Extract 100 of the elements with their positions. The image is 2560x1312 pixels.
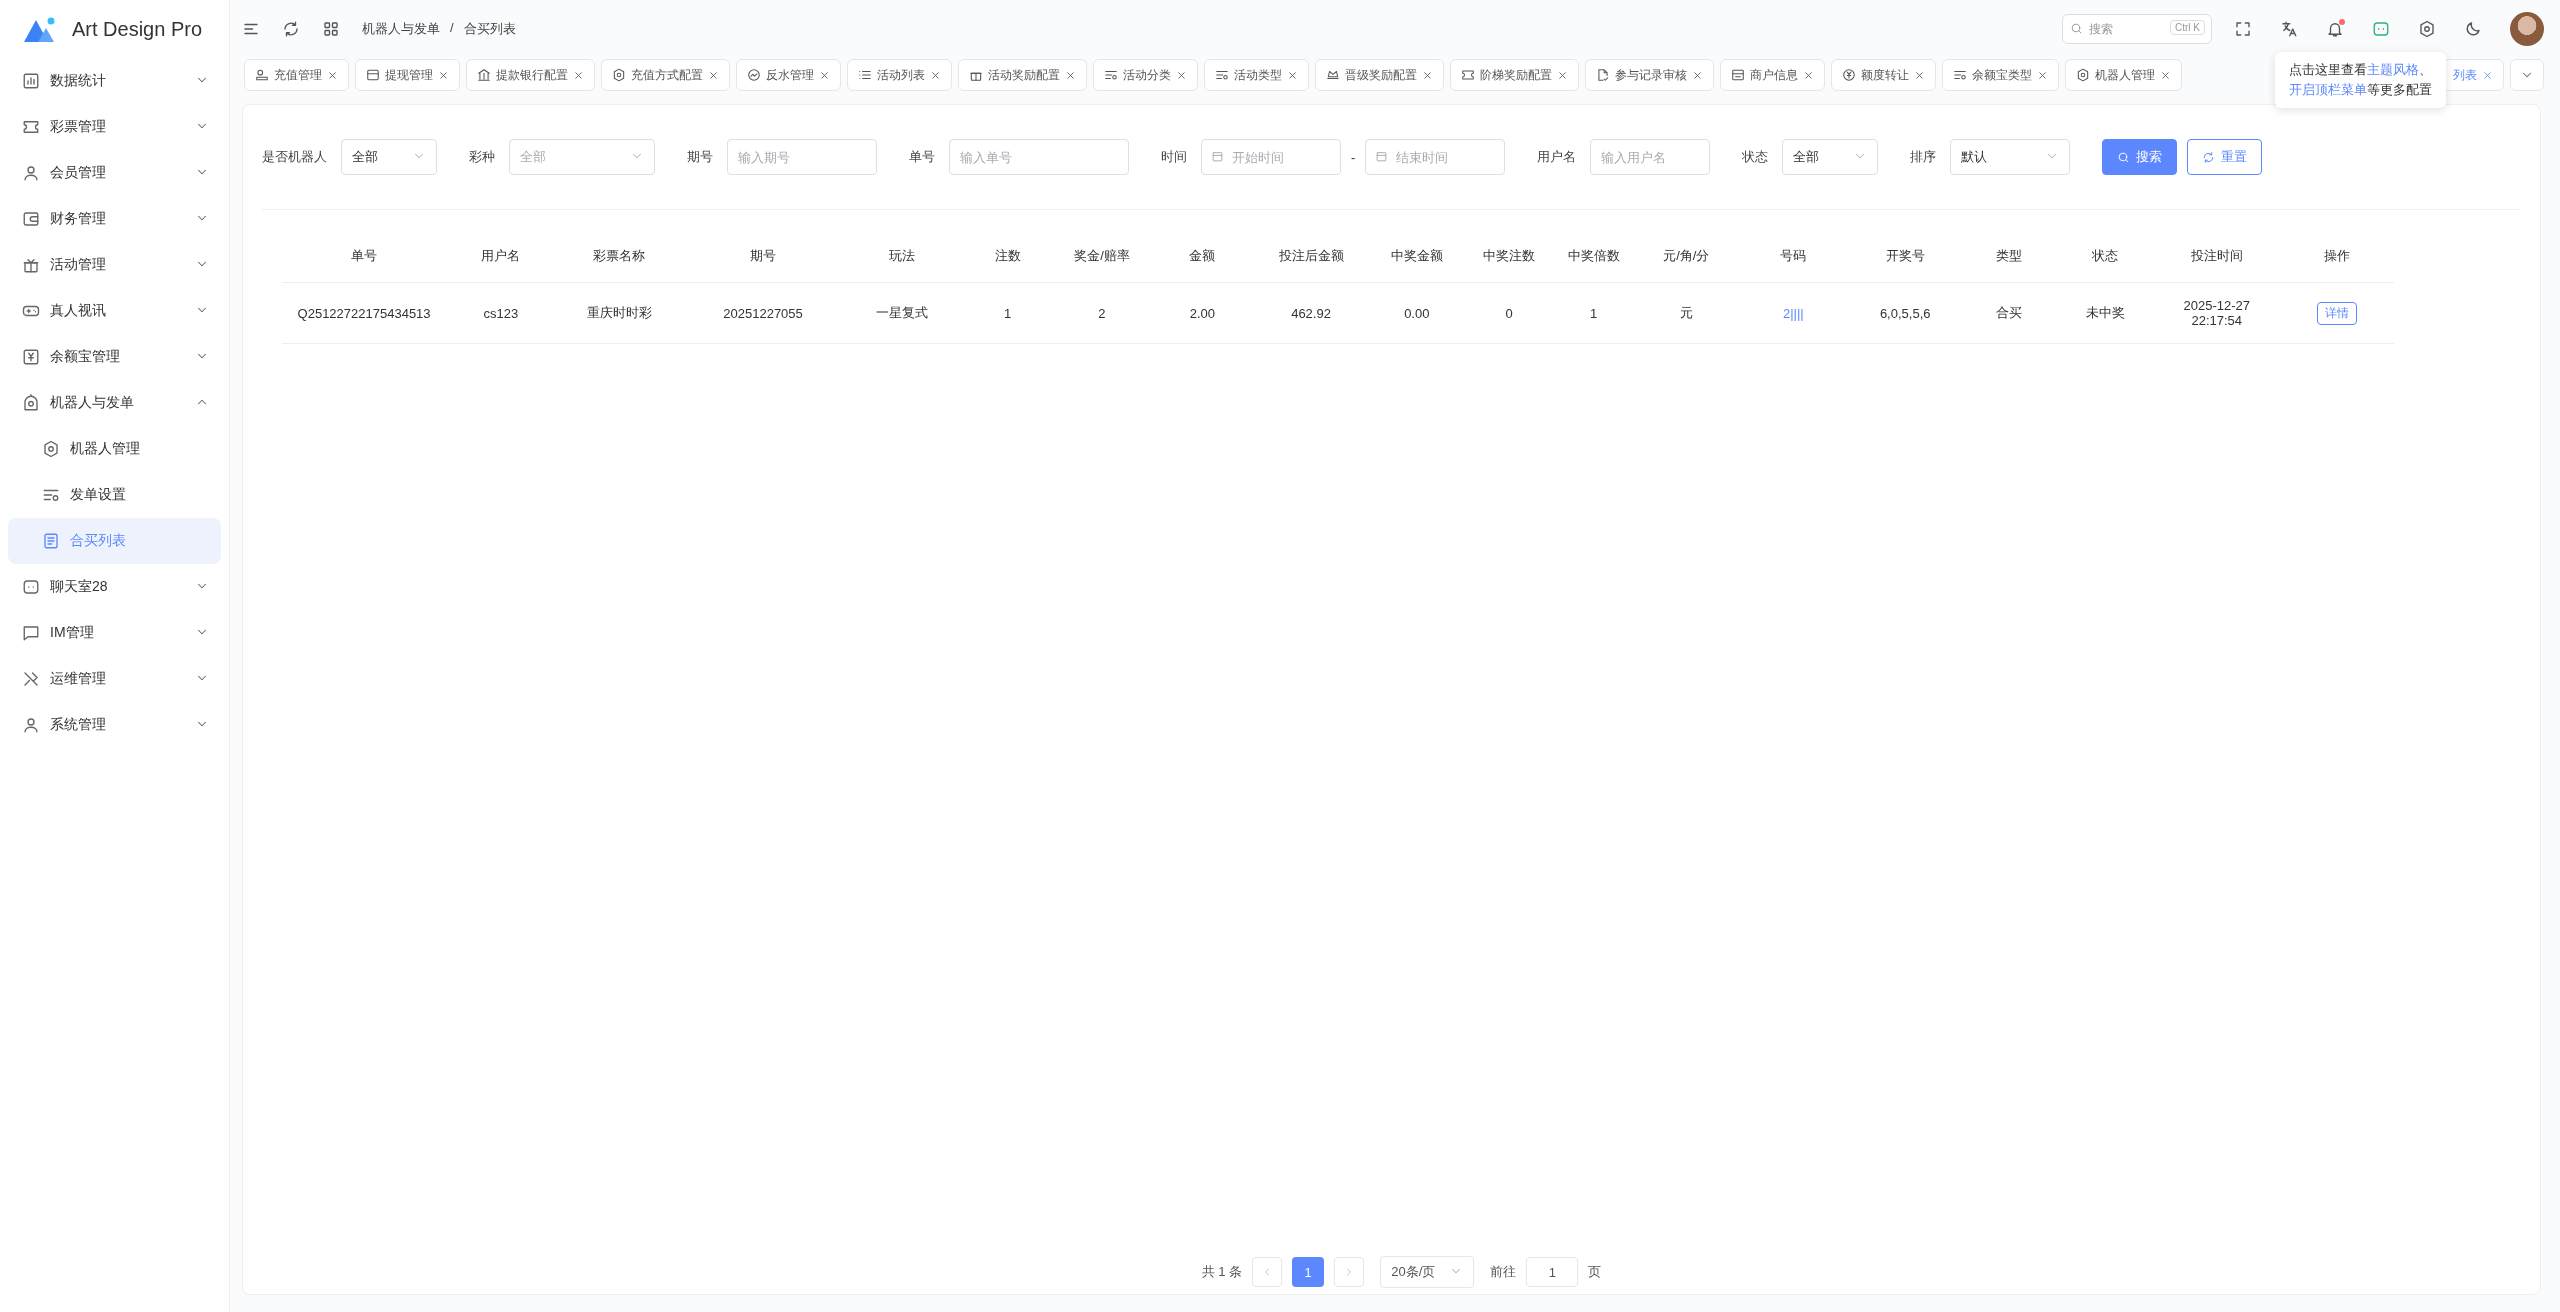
page-tab[interactable]: 商户信息 bbox=[1720, 59, 1825, 91]
date-field[interactable]: 开始时间 bbox=[1201, 139, 1341, 175]
sidebar-item[interactable]: 数据统计 bbox=[8, 58, 221, 104]
close-icon bbox=[930, 69, 941, 81]
page-tab[interactable]: 提现管理 bbox=[355, 59, 460, 91]
input-field[interactable]: 输入单号 bbox=[949, 139, 1129, 175]
filter-label: 时间 bbox=[1161, 148, 1187, 166]
page-tab[interactable]: 额度转让 bbox=[1831, 59, 1936, 91]
close-icon bbox=[1422, 69, 1433, 81]
column-header: 号码 bbox=[1779, 247, 1808, 265]
filter-label: 用户名 bbox=[1537, 148, 1577, 166]
input-field[interactable]: 输入期号 bbox=[727, 139, 877, 175]
sidebar-item[interactable]: 余额宝管理 bbox=[8, 334, 221, 380]
close-icon bbox=[1803, 69, 1814, 81]
table-cell-text: cs123 bbox=[482, 304, 520, 323]
tooltip-link[interactable]: 主题风格 bbox=[2367, 62, 2419, 77]
column-header: 奖金/赔率 bbox=[1073, 247, 1131, 265]
table-cell[interactable]: 2|||| bbox=[1736, 283, 1851, 343]
table-cell-text: 2 bbox=[1097, 304, 1107, 323]
gear-icon bbox=[612, 68, 626, 82]
sliders-icon bbox=[1215, 68, 1229, 82]
avatar[interactable] bbox=[2510, 12, 2544, 46]
column-header: 元/角/分 bbox=[1662, 247, 1711, 265]
page-tab[interactable]: 参与记录审核 bbox=[1585, 59, 1714, 91]
page-size-select[interactable]: 20条/页 bbox=[1380, 1256, 1475, 1288]
close-icon bbox=[2037, 69, 2048, 81]
table-cell-text: 0.00 bbox=[1403, 304, 1431, 323]
page-tab[interactable]: 提款银行配置 bbox=[466, 59, 595, 91]
sidebar-item[interactable]: 系统管理 bbox=[8, 702, 221, 748]
column-header: 单号 bbox=[350, 247, 379, 265]
tooltip-text: 点击这里查看 bbox=[2289, 62, 2367, 77]
table-cell-text: Q25122722175434513 bbox=[296, 304, 432, 323]
select-field[interactable]: 默认 bbox=[1950, 139, 2071, 175]
page-tab[interactable]: 反水管理 bbox=[736, 59, 841, 91]
sidebar-item[interactable]: 会员管理 bbox=[8, 150, 221, 196]
translate-icon bbox=[2280, 20, 2298, 38]
table-cell-text: 1 bbox=[1589, 304, 1599, 323]
gear-icon bbox=[42, 440, 60, 458]
sliders-icon bbox=[1953, 68, 1967, 82]
close-icon bbox=[708, 69, 719, 81]
page-tab[interactable]: 活动列表 bbox=[847, 59, 952, 91]
page-tab[interactable]: 阶梯奖励配置 bbox=[1450, 59, 1579, 91]
table-cell-text: 重庆时时彩 bbox=[585, 304, 653, 322]
sidebar-item[interactable]: 真人视讯 bbox=[8, 288, 221, 334]
sidebar-item[interactable]: IM管理 bbox=[8, 610, 221, 656]
close-icon bbox=[1557, 69, 1568, 81]
bank-icon bbox=[477, 68, 491, 82]
table-cell-text: 462.92 bbox=[1290, 304, 1332, 323]
filter-label: 状态 bbox=[1742, 148, 1769, 166]
page-tab[interactable]: 活动分类 bbox=[1093, 59, 1198, 91]
page-tab[interactable]: 活动类型 bbox=[1204, 59, 1309, 91]
list-icon bbox=[858, 68, 872, 82]
calendar-icon bbox=[1375, 150, 1389, 163]
sidebar-item[interactable]: 机器人管理 bbox=[8, 426, 221, 472]
user-icon bbox=[22, 164, 40, 182]
page-tab[interactable]: 晋级奖励配置 bbox=[1315, 59, 1444, 91]
input-field[interactable]: 输入用户名 bbox=[1590, 139, 1711, 175]
close-icon bbox=[819, 69, 830, 81]
document-icon bbox=[42, 532, 60, 550]
table-cell-text: 元 bbox=[1678, 304, 1694, 322]
gear-icon bbox=[2076, 68, 2090, 82]
page-input[interactable]: 1 bbox=[1526, 1257, 1579, 1287]
select-field[interactable]: 全部 bbox=[1782, 139, 1879, 175]
close-icon bbox=[327, 69, 338, 81]
close-icon bbox=[1176, 69, 1187, 81]
more-tabs-button[interactable] bbox=[2510, 59, 2544, 91]
date-field[interactable]: 结束时间 bbox=[1365, 139, 1506, 175]
table-cell-text: 0 bbox=[1504, 304, 1514, 323]
breadcrumb-item[interactable]: 合买列表 bbox=[463, 20, 516, 38]
page-tab[interactable]: 充值管理 bbox=[244, 59, 349, 91]
fullscreen-icon bbox=[2234, 20, 2252, 38]
sidebar-item[interactable]: 彩票管理 bbox=[8, 104, 221, 150]
ticket-icon bbox=[1461, 68, 1475, 82]
page-tab[interactable]: 机器人管理 bbox=[2065, 59, 2182, 91]
sidebar-item[interactable]: 财务管理 bbox=[8, 196, 221, 242]
select-field[interactable]: 全部 bbox=[341, 139, 437, 175]
breadcrumb-item[interactable]: 机器人与发单 bbox=[362, 20, 440, 38]
page-tab[interactable]: 余额宝类型 bbox=[1942, 59, 2059, 91]
next-page-button[interactable] bbox=[1334, 1257, 1365, 1287]
page-tab[interactable]: 活动奖励配置 bbox=[958, 59, 1087, 91]
tools-icon bbox=[22, 670, 40, 688]
sidebar-item[interactable]: 发单设置 bbox=[8, 472, 221, 518]
page-tab[interactable]: 充值方式配置 bbox=[601, 59, 730, 91]
column-header: 投注后金额 bbox=[1277, 247, 1345, 265]
refresh-icon bbox=[282, 20, 300, 38]
column-header: 开奖号 bbox=[1884, 247, 1926, 265]
close-icon bbox=[1287, 69, 1298, 81]
gift-icon bbox=[22, 256, 40, 274]
sidebar-item[interactable]: 运维管理 bbox=[8, 656, 221, 702]
sidebar-item[interactable]: 聊天室28 bbox=[8, 564, 221, 610]
page-suffix: 页 bbox=[1588, 1263, 1602, 1281]
sidebar-item[interactable]: 机器人与发单 bbox=[8, 380, 221, 426]
table-cell-text: 一星复式 bbox=[874, 304, 929, 322]
prev-page-button[interactable] bbox=[1252, 1257, 1283, 1287]
sidebar-item[interactable]: 活动管理 bbox=[8, 242, 221, 288]
tooltip-text: 等更多配置 bbox=[2367, 82, 2432, 97]
filter-label: 是否机器人 bbox=[262, 148, 327, 166]
grid-icon bbox=[322, 20, 340, 38]
range-separator: - bbox=[1351, 149, 1356, 165]
bell-icon bbox=[2326, 20, 2344, 38]
